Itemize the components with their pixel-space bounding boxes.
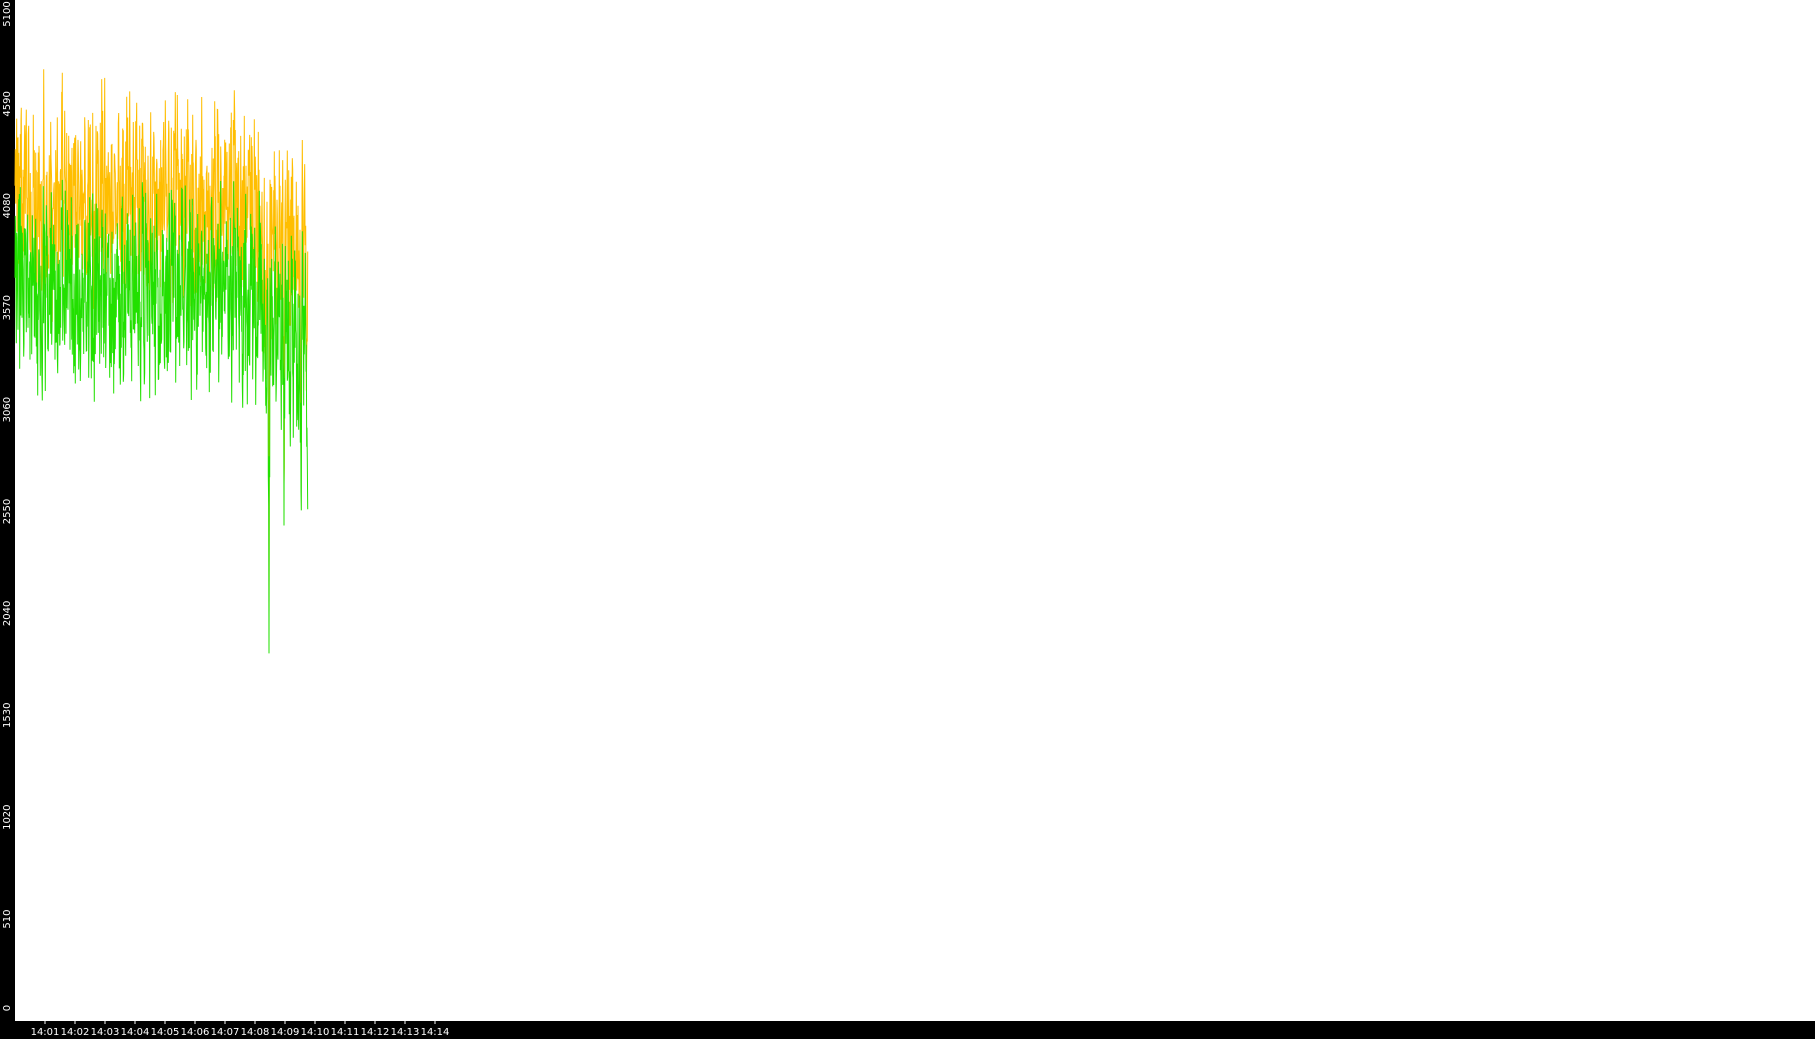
x-tick-label: 14:04	[121, 1027, 150, 1038]
x-tick-label: 14:09	[271, 1027, 300, 1038]
x-tick-label: 14:02	[61, 1027, 90, 1038]
y-tick-label: 5100	[2, 1, 13, 26]
x-tick-label: 14:08	[241, 1027, 270, 1038]
y-tick-label: 1020	[2, 804, 13, 829]
x-tick-label: 14:03	[91, 1027, 120, 1038]
y-tick-label: 4590	[2, 91, 13, 116]
y-tick-label: 3570	[2, 295, 13, 320]
plot-area	[15, 0, 1815, 1021]
y-tick-label: 4080	[2, 193, 13, 218]
x-tick-label: 14:12	[361, 1027, 390, 1038]
y-tick-label: 1530	[2, 703, 13, 728]
x-tick-label: 14:13	[391, 1027, 420, 1038]
x-tick-label: 14:11	[331, 1027, 360, 1038]
x-tick-label: 14:14	[421, 1027, 450, 1038]
y-tick-label: 3060	[2, 397, 13, 422]
y-tick-label: 0	[2, 1005, 13, 1011]
x-tick-label: 14:06	[181, 1027, 210, 1038]
y-tick-label: 2040	[2, 601, 13, 626]
y-tick-label: 2550	[2, 499, 13, 524]
x-tick-label: 14:10	[301, 1027, 330, 1038]
x-tick-label: 14:05	[151, 1027, 180, 1038]
x-tick-label: 14:07	[211, 1027, 240, 1038]
y-tick-label: 510	[2, 910, 13, 929]
x-tick-label: 14:01	[31, 1027, 60, 1038]
chart: 0 510 1020 1530 2040 2550 3060 3570 4080 4590 5100…	[0, 0, 1815, 1039]
